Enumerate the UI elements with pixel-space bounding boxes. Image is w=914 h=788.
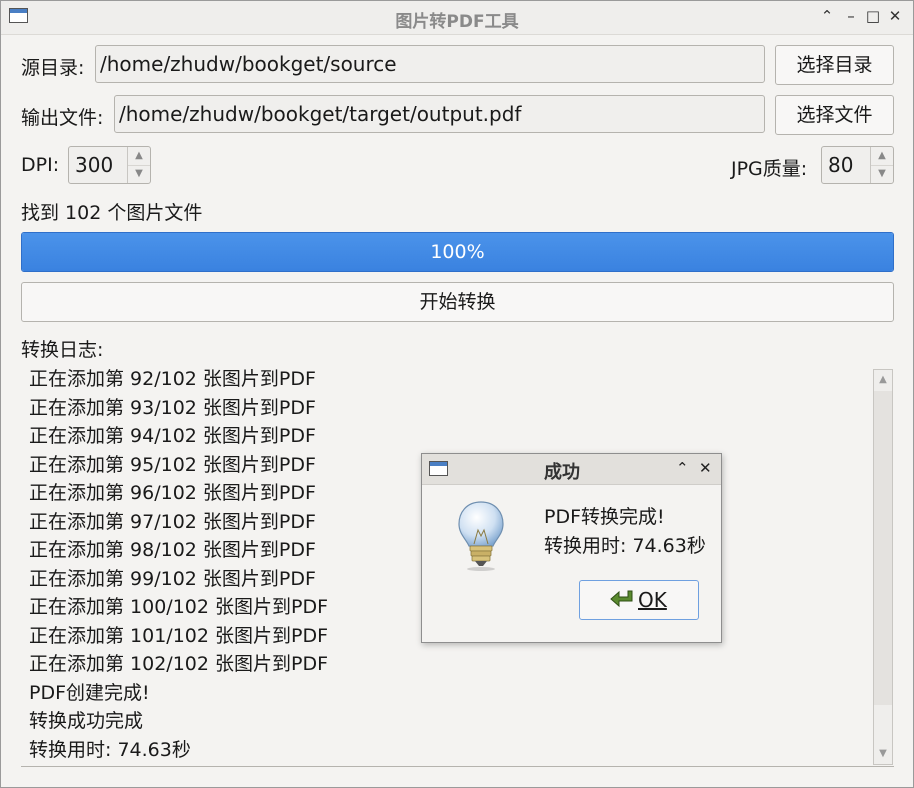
shade-button[interactable]: ⌃ (819, 7, 835, 25)
success-dialog: 成功 ⌃ ✕ PDF转换完成! 转换用时: 74.63秒 OK (421, 453, 722, 643)
maximize-button[interactable]: □ (865, 7, 881, 25)
choose-file-button[interactable]: 选择文件 (775, 95, 894, 135)
start-convert-button[interactable]: 开始转换 (21, 282, 894, 322)
log-line: 正在添加第 94/102 张图片到PDF (29, 425, 316, 447)
log-label: 转换日志: (21, 339, 104, 361)
dialog-ok-button[interactable]: OK (579, 580, 699, 620)
dialog-close-button[interactable]: ✕ (699, 459, 712, 477)
dpi-decrement-icon[interactable]: ▼ (128, 165, 150, 183)
jpg-quality-label: JPG质量: (731, 158, 808, 180)
ok-check-icon (610, 590, 633, 608)
found-files-status: 找到 102 个图片文件 (21, 202, 203, 224)
source-dir-label: 源目录: (21, 57, 85, 79)
dpi-spinbox[interactable]: 300 ▲ ▼ (68, 146, 151, 184)
jpg-quality-decrement-icon[interactable]: ▼ (871, 165, 893, 183)
log-line: 正在添加第 96/102 张图片到PDF (29, 482, 316, 504)
output-file-label: 输出文件: (21, 107, 104, 129)
scroll-up-icon[interactable]: ▲ (874, 370, 892, 390)
progress-text: 100% (430, 241, 485, 263)
log-line: 正在添加第 102/102 张图片到PDF (29, 653, 329, 675)
log-line: 正在添加第 97/102 张图片到PDF (29, 510, 316, 533)
dpi-label: DPI: (21, 154, 60, 176)
title-bar: 图片转PDF工具 ⌃ – □ ✕ (1, 1, 913, 35)
dialog-message-line2: 转换用时: 74.63秒 (544, 535, 706, 557)
minimize-button[interactable]: – (843, 7, 859, 25)
log-line: 正在添加第 98/102 张图片到PDF (29, 539, 316, 561)
jpg-quality-increment-icon[interactable]: ▲ (871, 147, 893, 166)
log-line: 正在添加第 99/102 张图片到PDF (29, 567, 316, 590)
dpi-value: 300 (75, 153, 114, 177)
jpg-quality-value: 80 (828, 153, 854, 177)
progress-bar: 100% (21, 232, 894, 272)
log-line: 正在添加第 100/102 张图片到PDF (29, 596, 329, 618)
log-scrollbar[interactable]: ▲ ▼ (873, 369, 893, 765)
dpi-arrows: ▲ ▼ (127, 147, 150, 183)
output-file-input[interactable]: /home/zhudw/bookget/target/output.pdf (114, 95, 765, 133)
log-lines: 正在添加第 92/102 张图片到PDF 正在添加第 93/102 张图片到PDF… (29, 365, 328, 764)
scroll-down-icon[interactable]: ▼ (874, 744, 892, 764)
jpg-quality-arrows: ▲ ▼ (870, 147, 893, 183)
main-window: 图片转PDF工具 ⌃ – □ ✕ 源目录: /home/zhudw/bookge… (0, 0, 914, 788)
source-dir-input[interactable]: /home/zhudw/bookget/source (95, 45, 765, 83)
dialog-shade-button[interactable]: ⌃ (676, 459, 689, 477)
dialog-message-line1: PDF转换完成! (544, 506, 665, 528)
log-line: 正在添加第 92/102 张图片到PDF (29, 368, 316, 390)
log-line: 正在添加第 93/102 张图片到PDF (29, 396, 316, 419)
scroll-track[interactable] (874, 391, 892, 705)
log-line: 正在添加第 95/102 张图片到PDF (29, 453, 316, 476)
choose-dir-button[interactable]: 选择目录 (775, 45, 894, 85)
jpg-quality-spinbox[interactable]: 80 ▲ ▼ (821, 146, 894, 184)
log-line: PDF创建完成! (29, 681, 150, 704)
dialog-title: 成功 (544, 462, 580, 483)
ok-button-label: OK (638, 588, 667, 612)
window-title: 图片转PDF工具 (395, 12, 519, 32)
dpi-increment-icon[interactable]: ▲ (128, 147, 150, 166)
dialog-title-bar: 成功 ⌃ ✕ (422, 454, 721, 485)
close-button[interactable]: ✕ (887, 7, 903, 25)
log-line: 转换用时: 74.63秒 (29, 738, 191, 761)
lightbulb-icon (458, 501, 504, 571)
log-line: 正在添加第 101/102 张图片到PDF (29, 624, 329, 647)
log-line: 转换成功完成 (29, 710, 144, 732)
